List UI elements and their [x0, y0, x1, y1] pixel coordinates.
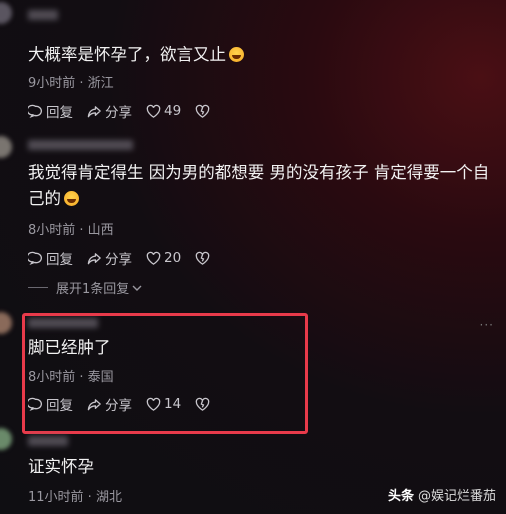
heart-icon	[146, 251, 161, 265]
expand-replies-label: 展开1条回复	[56, 282, 130, 297]
dislike-button[interactable]	[195, 104, 213, 119]
reply-label: 回复	[46, 105, 73, 121]
comment-text-content: 证实怀孕	[28, 457, 94, 476]
comment-actions: 回复 分享 20	[28, 248, 227, 268]
reply-bubble-icon	[28, 104, 42, 118]
like-count: 49	[164, 103, 182, 119]
avatar[interactable]	[0, 312, 12, 334]
heart-icon	[146, 104, 161, 118]
highlight-box	[22, 313, 308, 434]
dislike-button[interactable]	[195, 251, 213, 266]
reply-button[interactable]: 回复	[28, 101, 73, 121]
share-arrow-icon	[87, 105, 101, 117]
share-label: 分享	[105, 105, 132, 121]
share-arrow-icon	[87, 252, 101, 264]
reply-bubble-icon	[28, 251, 42, 265]
comment-text-content: 大概率是怀孕了，欲言又止	[28, 45, 226, 64]
comment-text: 我觉得肯定得生 因为男的都想要 男的没有孩子 肯定得要一个自己的	[28, 160, 498, 212]
comment-text: 证实怀孕	[28, 454, 94, 480]
broken-heart-icon	[195, 104, 210, 118]
more-options-icon[interactable]: ···	[480, 318, 494, 332]
comment-meta: 8小时前 · 山西	[28, 223, 114, 238]
comment-text-content: 我觉得肯定得生 因为男的都想要 男的没有孩子 肯定得要一个自己的	[28, 163, 490, 208]
watermark: 头条 @娱记烂番茄	[388, 485, 496, 504]
reply-label: 回复	[46, 252, 73, 268]
share-label: 分享	[105, 252, 132, 268]
reply-button[interactable]: 回复	[28, 248, 73, 268]
laughing-emoji-icon	[64, 191, 79, 206]
comment-actions: 回复 分享 49	[28, 101, 227, 121]
divider-line	[28, 287, 48, 288]
avatar[interactable]	[0, 136, 12, 158]
avatar[interactable]	[0, 2, 12, 24]
watermark-handle: @娱记烂番茄	[417, 489, 496, 504]
like-button[interactable]: 49	[146, 103, 181, 119]
avatar[interactable]	[0, 428, 12, 450]
expand-replies-button[interactable]: 展开1条回复	[28, 278, 143, 297]
comment-meta: 9小时前 · 浙江	[28, 76, 114, 91]
comment-meta: 11小时前 · 湖北	[28, 490, 122, 505]
username-blurred[interactable]	[28, 10, 58, 20]
share-button[interactable]: 分享	[87, 101, 132, 121]
username-blurred[interactable]	[28, 140, 133, 150]
like-count: 20	[164, 250, 182, 266]
share-button[interactable]: 分享	[87, 248, 132, 268]
username-blurred[interactable]	[28, 436, 68, 446]
watermark-brand: 头条	[387, 489, 414, 504]
comment-text: 大概率是怀孕了，欲言又止	[28, 42, 244, 68]
broken-heart-icon	[195, 251, 210, 265]
chevron-down-icon	[132, 285, 142, 291]
like-button[interactable]: 20	[146, 250, 181, 266]
laughing-emoji-icon	[229, 47, 244, 62]
